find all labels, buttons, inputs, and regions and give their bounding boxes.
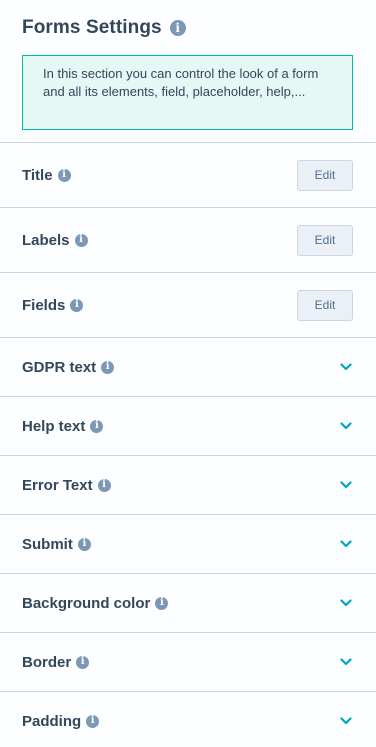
page-title: Forms Settings — [22, 17, 162, 38]
chevron-down-icon[interactable] — [339, 360, 353, 374]
section-gdpr-text[interactable]: GDPR text i — [0, 338, 376, 397]
row-label-group: Error Text i — [22, 477, 111, 494]
info-icon[interactable]: i — [169, 20, 186, 36]
section-label: Fields — [22, 296, 66, 314]
info-icon[interactable]: i — [76, 655, 90, 669]
section-submit[interactable]: Submit i — [0, 515, 376, 574]
row-label-group: Submit i — [22, 536, 91, 553]
section-label: Submit — [22, 535, 73, 553]
edit-title-button[interactable]: Edit — [297, 159, 353, 191]
info-icon[interactable]: i — [86, 714, 100, 728]
section-error-text[interactable]: Error Text i — [0, 456, 376, 515]
info-icon[interactable]: i — [97, 478, 111, 492]
panel-header: Forms Settings i In this section you can… — [0, 0, 376, 142]
section-label: Error Text — [22, 476, 93, 494]
section-fields: Fields i Edit — [0, 273, 376, 338]
info-icon[interactable]: i — [155, 596, 169, 610]
row-label-group: Help text i — [22, 417, 104, 435]
section-label: Padding — [22, 712, 82, 730]
section-labels: Labels i Edit — [0, 208, 376, 273]
row-label-group: Title i — [22, 167, 71, 184]
section-label: Title — [22, 166, 53, 184]
section-title: Title i Edit — [0, 143, 376, 208]
info-icon[interactable]: i — [74, 233, 88, 247]
info-notice: In this section you can control the look… — [22, 55, 353, 130]
info-icon[interactable]: i — [70, 298, 84, 312]
chevron-down-icon[interactable] — [339, 596, 353, 610]
row-label-group: Background color i — [22, 594, 169, 612]
info-icon[interactable]: i — [101, 360, 115, 374]
edit-fields-button[interactable]: Edit — [297, 289, 353, 321]
info-icon[interactable]: i — [90, 419, 104, 433]
row-label-group: Border i — [22, 653, 90, 671]
row-label-group: GDPR text i — [22, 358, 115, 376]
info-icon[interactable]: i — [57, 168, 71, 182]
edit-labels-button[interactable]: Edit — [297, 224, 353, 256]
section-label: Background color — [22, 594, 151, 612]
forms-settings-panel: Forms Settings i In this section you can… — [0, 0, 376, 747]
section-label: Labels — [22, 231, 70, 249]
section-label: Border — [22, 653, 72, 671]
settings-sections: Title i Edit Labels i Edit Fields i Edit… — [0, 142, 376, 747]
chevron-down-icon[interactable] — [339, 478, 353, 492]
row-label-group: Labels i — [22, 232, 88, 249]
chevron-down-icon[interactable] — [339, 537, 353, 551]
chevron-down-icon[interactable] — [339, 419, 353, 433]
info-icon[interactable]: i — [77, 537, 91, 551]
chevron-down-icon[interactable] — [339, 714, 353, 728]
section-padding[interactable]: Padding i — [0, 692, 376, 747]
section-label: GDPR text — [22, 358, 97, 376]
chevron-down-icon[interactable] — [339, 655, 353, 669]
section-border[interactable]: Border i — [0, 633, 376, 692]
section-label: Help text — [22, 417, 86, 435]
row-label-group: Fields i — [22, 296, 84, 314]
row-label-group: Padding i — [22, 712, 100, 730]
section-background-color[interactable]: Background color i — [0, 574, 376, 633]
title-row: Forms Settings i — [22, 16, 354, 40]
section-help-text[interactable]: Help text i — [0, 397, 376, 456]
